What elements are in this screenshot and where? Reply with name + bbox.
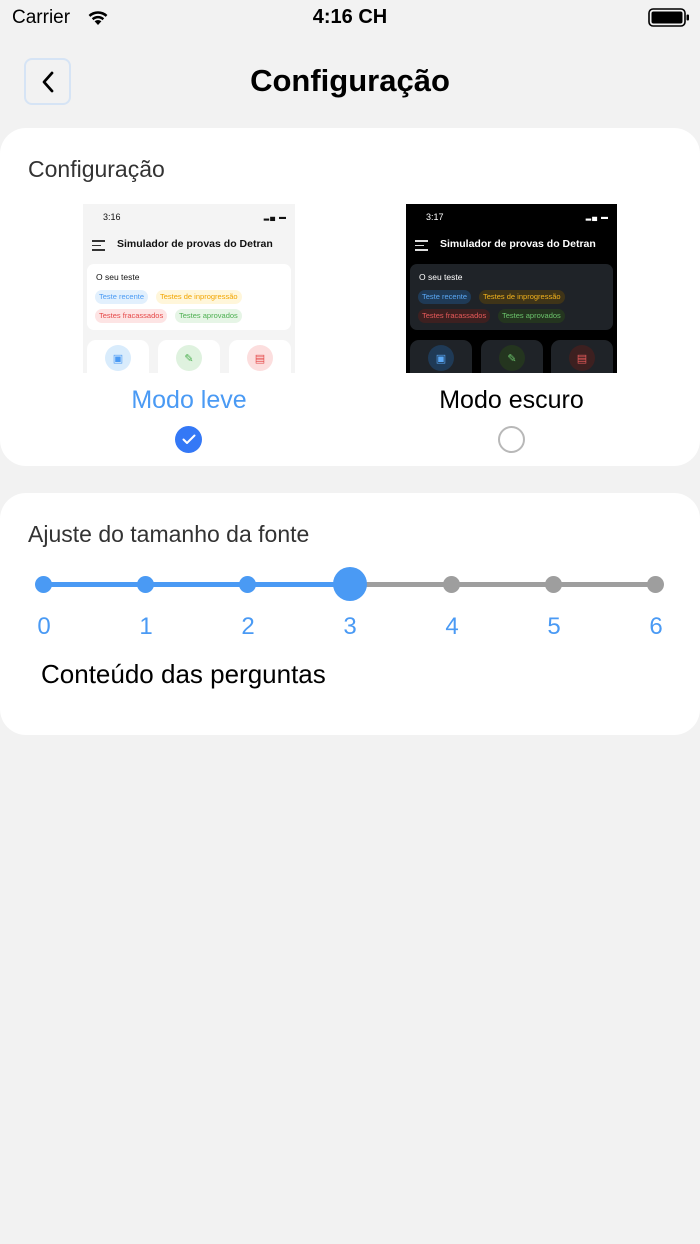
dark-mode-radio[interactable] bbox=[498, 426, 525, 453]
id-card-icon: ▣ bbox=[105, 345, 131, 371]
light-mode-label: Modo leve bbox=[131, 386, 247, 414]
slider-stop[interactable] bbox=[35, 576, 52, 593]
slider-stop[interactable] bbox=[137, 576, 154, 593]
slider-track-inactive bbox=[350, 582, 656, 587]
dark-mode-label: Modo escuro bbox=[439, 386, 584, 414]
slider-stop[interactable] bbox=[647, 576, 664, 593]
preview-tile: ▤ bbox=[551, 340, 613, 373]
tick-label: 5 bbox=[547, 613, 561, 640]
document-icon: ▤ bbox=[569, 345, 595, 371]
font-size-slider[interactable] bbox=[32, 567, 668, 601]
chip-recent: Teste recente bbox=[418, 290, 472, 304]
menu-icon bbox=[415, 240, 428, 254]
theme-section-heading: Configuração bbox=[28, 156, 165, 182]
font-sample-text: Conteúdo das perguntas bbox=[41, 659, 326, 689]
font-size-card: Ajuste do tamanho da fonte 0 1 2 3 4 5 6… bbox=[0, 493, 700, 735]
chip-failed: Testes fracassados bbox=[418, 309, 491, 323]
preview-tile: ✎ bbox=[158, 340, 220, 373]
theme-card: Configuração 3:16 ▂▄ ▬ Simulador de prov… bbox=[0, 128, 700, 466]
status-time: 4:16 CH bbox=[312, 6, 388, 28]
document-icon: ▤ bbox=[247, 345, 273, 371]
preview-tile: ▣ bbox=[410, 340, 472, 373]
battery-icon bbox=[648, 8, 689, 27]
slider-thumb[interactable] bbox=[333, 567, 367, 601]
preview-box-title: O seu teste bbox=[96, 272, 140, 282]
slider-track-active bbox=[44, 582, 350, 587]
slider-stop[interactable] bbox=[545, 576, 562, 593]
page-title: Configuração bbox=[250, 63, 450, 98]
tick-label: 0 bbox=[37, 613, 51, 640]
preview-tests-box: O seu teste Teste recente Testes de inpr… bbox=[410, 264, 613, 330]
preview-time: 3:17 bbox=[426, 212, 444, 222]
chip-passed: Testes aprovados bbox=[175, 309, 242, 323]
preview-app-title: Simulador de provas do Detran bbox=[117, 238, 273, 250]
id-card-icon: ▣ bbox=[428, 345, 454, 371]
preview-time: 3:16 bbox=[103, 212, 121, 222]
preview-status-icons: ▂▄ ▬ bbox=[263, 214, 287, 221]
preview-tile: ▣ bbox=[87, 340, 149, 373]
slider-stop[interactable] bbox=[239, 576, 256, 593]
preview-tests-box: O seu teste Teste recente Testes de inpr… bbox=[87, 264, 291, 330]
checkmark-icon bbox=[182, 434, 195, 444]
menu-icon bbox=[92, 240, 105, 254]
light-mode-radio-selected[interactable] bbox=[175, 426, 202, 453]
edit-icon: ✎ bbox=[499, 345, 525, 371]
preview-tile: ✎ bbox=[481, 340, 543, 373]
status-bar: Carrier 4:16 CH bbox=[0, 0, 700, 36]
tick-label: 4 bbox=[445, 613, 459, 640]
tick-label: 6 bbox=[649, 613, 663, 640]
preview-box-title: O seu teste bbox=[419, 272, 463, 282]
chip-recent: Teste recente bbox=[95, 290, 149, 304]
light-mode-option[interactable]: 3:16 ▂▄ ▬ Simulador de provas do Detran … bbox=[83, 204, 295, 453]
chip-passed: Testes aprovados bbox=[498, 309, 565, 323]
preview-app-title: Simulador de provas do Detran bbox=[440, 238, 596, 250]
slider-tick-labels: 0 1 2 3 4 5 6 bbox=[32, 613, 668, 643]
tick-label: 3 bbox=[343, 613, 357, 640]
chip-failed: Testes fracassados bbox=[95, 309, 168, 323]
tick-label: 1 bbox=[139, 613, 153, 640]
dark-mode-preview: 3:17 ▂▄ ▬ Simulador de provas do Detran … bbox=[406, 204, 617, 373]
chip-in-progress: Testes de inprogressão bbox=[156, 290, 242, 304]
chip-in-progress: Testes de inprogressão bbox=[479, 290, 565, 304]
edit-icon: ✎ bbox=[176, 345, 202, 371]
preview-tile: ▤ bbox=[229, 340, 291, 373]
tick-label: 2 bbox=[241, 613, 255, 640]
dark-mode-option[interactable]: 3:17 ▂▄ ▬ Simulador de provas do Detran … bbox=[406, 204, 617, 453]
preview-status-icons: ▂▄ ▬ bbox=[585, 214, 609, 221]
light-mode-preview: 3:16 ▂▄ ▬ Simulador de provas do Detran … bbox=[83, 204, 295, 373]
font-size-heading: Ajuste do tamanho da fonte bbox=[28, 521, 310, 547]
slider-stop[interactable] bbox=[443, 576, 460, 593]
